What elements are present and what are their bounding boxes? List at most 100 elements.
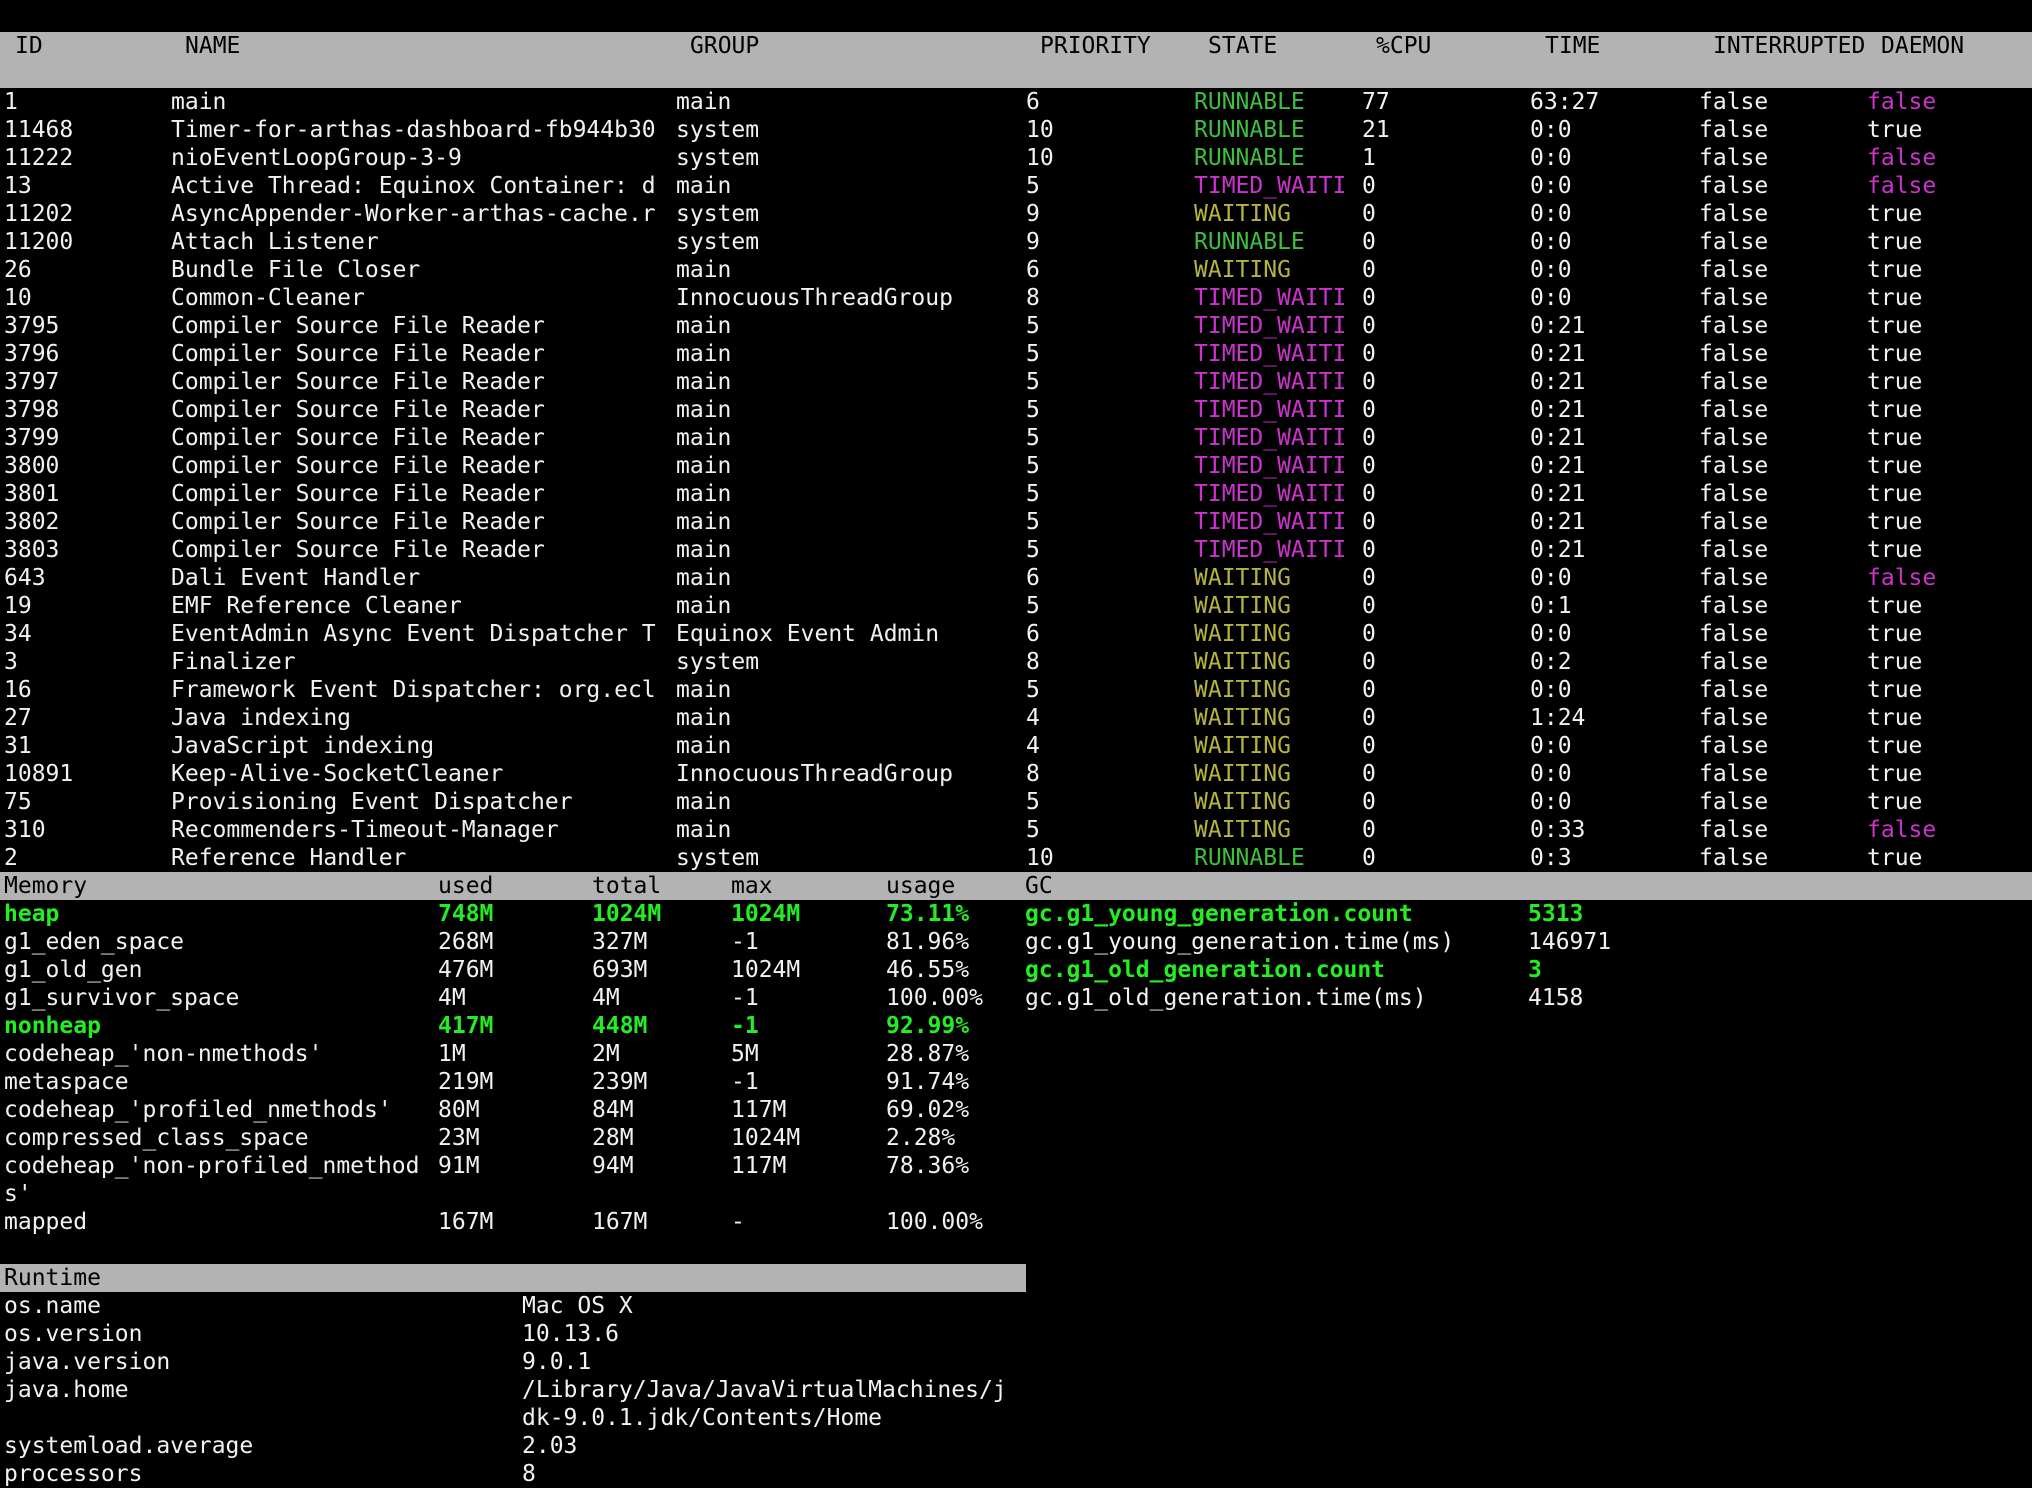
thread-id: 75 (4, 789, 32, 815)
thread-time: 0:1 (1530, 593, 1572, 619)
memory-max: -1 (731, 1069, 759, 1095)
thread-time: 63:27 (1530, 89, 1600, 115)
thread-time: 0:0 (1530, 257, 1572, 283)
thread-priority: 5 (1026, 425, 1040, 451)
thread-group: main (676, 89, 732, 115)
thread-id: 11222 (4, 145, 74, 171)
thread-cpu: 0 (1362, 593, 1376, 619)
thread-priority: 6 (1026, 89, 1040, 115)
memory-total: 693M (592, 957, 648, 983)
thread-cpu: 0 (1362, 537, 1376, 563)
thread-cpu: 0 (1362, 173, 1376, 199)
thread-time: 0:0 (1530, 201, 1572, 227)
thread-state: TIMED_WAITI (1194, 397, 1347, 423)
thread-daemon: true (1867, 845, 1923, 871)
thread-daemon: false (1867, 89, 1937, 115)
thread-interrupted: false (1699, 705, 1769, 731)
memory-total: 84M (592, 1097, 634, 1123)
thread-group: system (676, 649, 760, 675)
thread-interrupted: false (1699, 173, 1769, 199)
thread-state: TIMED_WAITI (1194, 509, 1347, 535)
thread-daemon: true (1867, 341, 1923, 367)
thread-time: 0:0 (1530, 117, 1572, 143)
thread-name: main (171, 89, 227, 115)
runtime-row: java.version 9.0.1 (0, 1348, 1026, 1376)
thread-name: Compiler Source File Reader (171, 453, 545, 479)
thread-priority: 5 (1026, 509, 1040, 535)
thread-name: Compiler Source File Reader (171, 313, 545, 339)
runtime-value: 2.03 (522, 1433, 578, 1459)
memory-row: g1_old_gen 476M 693M 1024M 46.55% (0, 956, 1000, 984)
thread-cpu: 0 (1362, 285, 1376, 311)
thread-interrupted: false (1699, 845, 1769, 871)
thread-group: main (676, 705, 732, 731)
memory-total: 4M (592, 985, 620, 1011)
thread-time: 0:0 (1530, 229, 1572, 255)
col-header-state: STATE (1208, 33, 1278, 59)
col-header-id: ID (15, 33, 43, 59)
thread-row: 3796 Compiler Source File Reader main 5 TIME… (0, 340, 2032, 368)
thread-priority: 4 (1026, 733, 1040, 759)
memory-max: 117M (731, 1153, 787, 1179)
thread-row: 3799 Compiler Source File Reader main 5 TIME… (0, 424, 2032, 452)
thread-daemon: true (1867, 285, 1923, 311)
memory-max: -1 (731, 985, 759, 1011)
thread-state: WAITING (1194, 649, 1291, 675)
col-header-name: NAME (185, 33, 241, 59)
thread-cpu: 0 (1362, 229, 1376, 255)
thread-daemon: true (1867, 761, 1923, 787)
thread-daemon: true (1867, 369, 1923, 395)
thread-row: 3803 Compiler Source File Reader main 5 TIME… (0, 536, 2032, 564)
thread-id: 310 (4, 817, 46, 843)
memory-total: 28M (592, 1125, 634, 1151)
memory-row: metaspace 219M 239M -1 91.74% (0, 1068, 1000, 1096)
thread-daemon: true (1867, 509, 1923, 535)
thread-group: system (676, 117, 760, 143)
thread-group: main (676, 817, 732, 843)
thread-interrupted: false (1699, 453, 1769, 479)
gc-name: gc.g1_young_generation.time(ms) (1025, 929, 1455, 955)
gc-name: gc.g1_old_generation.time(ms) (1025, 985, 1427, 1011)
thread-cpu: 0 (1362, 789, 1376, 815)
thread-interrupted: false (1699, 425, 1769, 451)
thread-time: 0:2 (1530, 649, 1572, 675)
thread-id: 3801 (4, 481, 60, 507)
memory-name: g1_eden_space (4, 929, 185, 955)
thread-state: WAITING (1194, 705, 1291, 731)
thread-name: Bundle File Closer (171, 257, 421, 283)
thread-name: Provisioning Event Dispatcher (171, 789, 573, 815)
thread-row: 10891 Keep-Alive-SocketCleaner InnocuousTh… (0, 760, 2032, 788)
thread-time: 0:3 (1530, 845, 1572, 871)
memory-name: mapped (4, 1209, 88, 1235)
thread-priority: 10 (1026, 845, 1054, 871)
thread-name: Compiler Source File Reader (171, 341, 545, 367)
thread-row: 11202 AsyncAppender-Worker-arthas-cache.r… (0, 200, 2032, 228)
memory-total: 239M (592, 1069, 648, 1095)
thread-priority: 9 (1026, 229, 1040, 255)
thread-time: 0:33 (1530, 817, 1586, 843)
thread-id: 3803 (4, 537, 60, 563)
thread-name: EMF Reference Cleaner (171, 593, 462, 619)
runtime-key: java.home (4, 1377, 129, 1403)
thread-group: main (676, 453, 732, 479)
thread-id: 13 (4, 173, 32, 199)
col-header-group: GROUP (690, 33, 760, 59)
thread-group: main (676, 565, 732, 591)
thread-daemon: true (1867, 593, 1923, 619)
memory-name: g1_survivor_space (4, 985, 240, 1011)
thread-cpu: 0 (1362, 677, 1376, 703)
thread-state: TIMED_WAITI (1194, 537, 1347, 563)
thread-name: JavaScript indexing (171, 733, 435, 759)
thread-state: RUNNABLE (1194, 145, 1305, 171)
thread-state: RUNNABLE (1194, 229, 1305, 255)
thread-interrupted: false (1699, 285, 1769, 311)
thread-priority: 8 (1026, 285, 1040, 311)
thread-daemon: true (1867, 257, 1923, 283)
thread-priority: 8 (1026, 761, 1040, 787)
thread-id: 16 (4, 677, 32, 703)
thread-id: 3796 (4, 341, 60, 367)
thread-id: 10 (4, 285, 32, 311)
thread-id: 3798 (4, 397, 60, 423)
thread-priority: 10 (1026, 145, 1054, 171)
memory-row: g1_survivor_space 4M 4M -1 100.00% (0, 984, 1000, 1012)
